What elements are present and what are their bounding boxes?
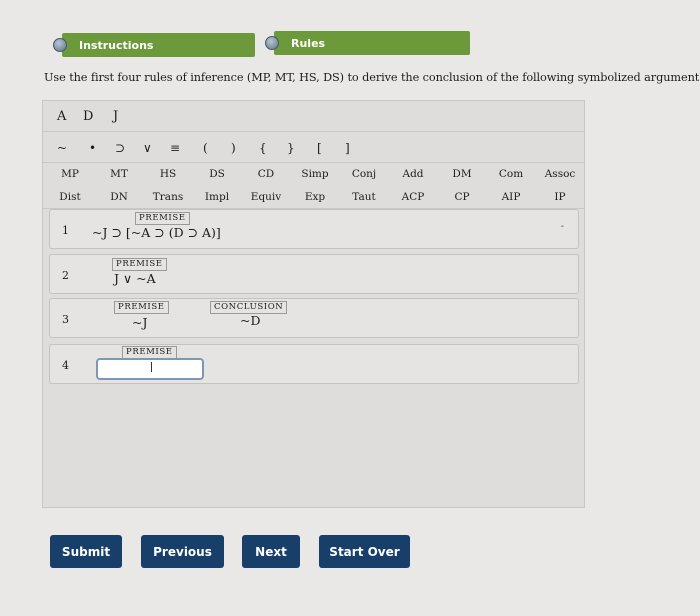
variable-button-j[interactable]: J	[113, 109, 118, 124]
rule-button-acp[interactable]: ACP	[402, 191, 425, 203]
rule-button-equiv[interactable]: Equiv	[251, 191, 281, 203]
line-formula: ~J	[132, 315, 148, 330]
symbol-left-paren-button[interactable]: (	[203, 141, 208, 155]
rule-button-mt[interactable]: MT	[110, 168, 128, 180]
rule-button-ip[interactable]: IP	[554, 191, 565, 203]
rule-button-simp[interactable]: Simp	[301, 168, 328, 180]
rule-button-aip[interactable]: AIP	[502, 191, 521, 203]
conclusion-formula: ~D	[240, 313, 261, 328]
line-formula: J ∨ ~A	[114, 271, 156, 286]
line-marker: -	[560, 221, 564, 232]
proof-line-4: 4 PREMISE	[49, 344, 579, 384]
rule-button-impl[interactable]: Impl	[205, 191, 229, 203]
rule-button-ds[interactable]: DS	[209, 168, 225, 180]
symbol-vee-button[interactable]: ∨	[143, 141, 152, 155]
line-number: 1	[62, 224, 69, 237]
proof-line-3: 3 PREMISE ~J CONCLUSION ~D	[49, 298, 579, 338]
symbol-dot-button[interactable]: •	[89, 141, 96, 155]
variable-button-a[interactable]: A	[57, 109, 66, 124]
rule-button-cp[interactable]: CP	[454, 191, 469, 203]
text-caret	[151, 362, 152, 372]
proof-line-2: 2 PREMISE J ∨ ~A	[49, 254, 579, 294]
symbol-tilde-button[interactable]: ~	[57, 141, 67, 155]
rule-button-add[interactable]: Add	[402, 168, 423, 180]
symbol-triple-bar-button[interactable]: ≡	[170, 141, 180, 155]
answer-input[interactable]	[96, 358, 204, 380]
rule-button-taut[interactable]: Taut	[352, 191, 375, 203]
variable-button-d[interactable]: D	[83, 109, 93, 124]
symbol-horseshoe-button[interactable]: ⊃	[115, 141, 125, 155]
symbol-right-brace-button[interactable]: }	[287, 141, 295, 155]
previous-button[interactable]: Previous	[141, 535, 224, 568]
variable-bar: A D J	[43, 101, 584, 132]
rule-button-cd[interactable]: CD	[258, 168, 274, 180]
rules-bar: MP MT HS DS CD Simp Conj Add DM Com Asso…	[43, 163, 584, 209]
line-formula: ~J ⊃ [~A ⊃ (D ⊃ A)]	[92, 225, 221, 240]
rule-button-hs[interactable]: HS	[160, 168, 176, 180]
rule-button-trans[interactable]: Trans	[153, 191, 183, 203]
tab-rules[interactable]: Rules	[265, 31, 470, 55]
rule-button-conj[interactable]: Conj	[352, 168, 376, 180]
rule-button-exp[interactable]: Exp	[305, 191, 325, 203]
submit-button[interactable]: Submit	[50, 535, 122, 568]
tab-instructions[interactable]: Instructions	[53, 33, 255, 57]
tab-instructions-label: Instructions	[79, 38, 154, 52]
rule-button-com[interactable]: Com	[499, 168, 523, 180]
premise-tag: PREMISE	[135, 212, 190, 225]
symbol-left-bracket-button[interactable]: [	[317, 141, 322, 155]
symbol-left-brace-button[interactable]: {	[259, 141, 267, 155]
rule-button-dist[interactable]: Dist	[59, 191, 80, 203]
line-number: 2	[62, 269, 69, 282]
proof-panel: A D J ~ • ⊃ ∨ ≡ ( ) { } [ ] MP MT HS DS …	[42, 100, 585, 508]
rule-button-assoc[interactable]: Assoc	[545, 168, 576, 180]
proof-line-1: 1 PREMISE ~J ⊃ [~A ⊃ (D ⊃ A)] -	[49, 209, 579, 249]
symbol-right-paren-button[interactable]: )	[231, 141, 236, 155]
line-number: 3	[62, 313, 69, 326]
rules-bullet-icon	[265, 36, 279, 50]
instructions-bullet-icon	[53, 38, 67, 52]
symbol-right-bracket-button[interactable]: ]	[345, 141, 350, 155]
premise-tag: PREMISE	[114, 301, 169, 314]
next-button[interactable]: Next	[242, 535, 300, 568]
rule-button-mp[interactable]: MP	[61, 168, 79, 180]
line-number: 4	[62, 359, 69, 372]
premise-tag: PREMISE	[112, 258, 167, 271]
rule-button-dm[interactable]: DM	[452, 168, 471, 180]
start-over-button[interactable]: Start Over	[319, 535, 410, 568]
tab-rules-label: Rules	[291, 36, 326, 50]
question-prompt: Use the first four rules of inference (M…	[44, 71, 700, 84]
symbol-bar: ~ • ⊃ ∨ ≡ ( ) { } [ ]	[43, 132, 584, 163]
rule-button-dn[interactable]: DN	[110, 191, 128, 203]
